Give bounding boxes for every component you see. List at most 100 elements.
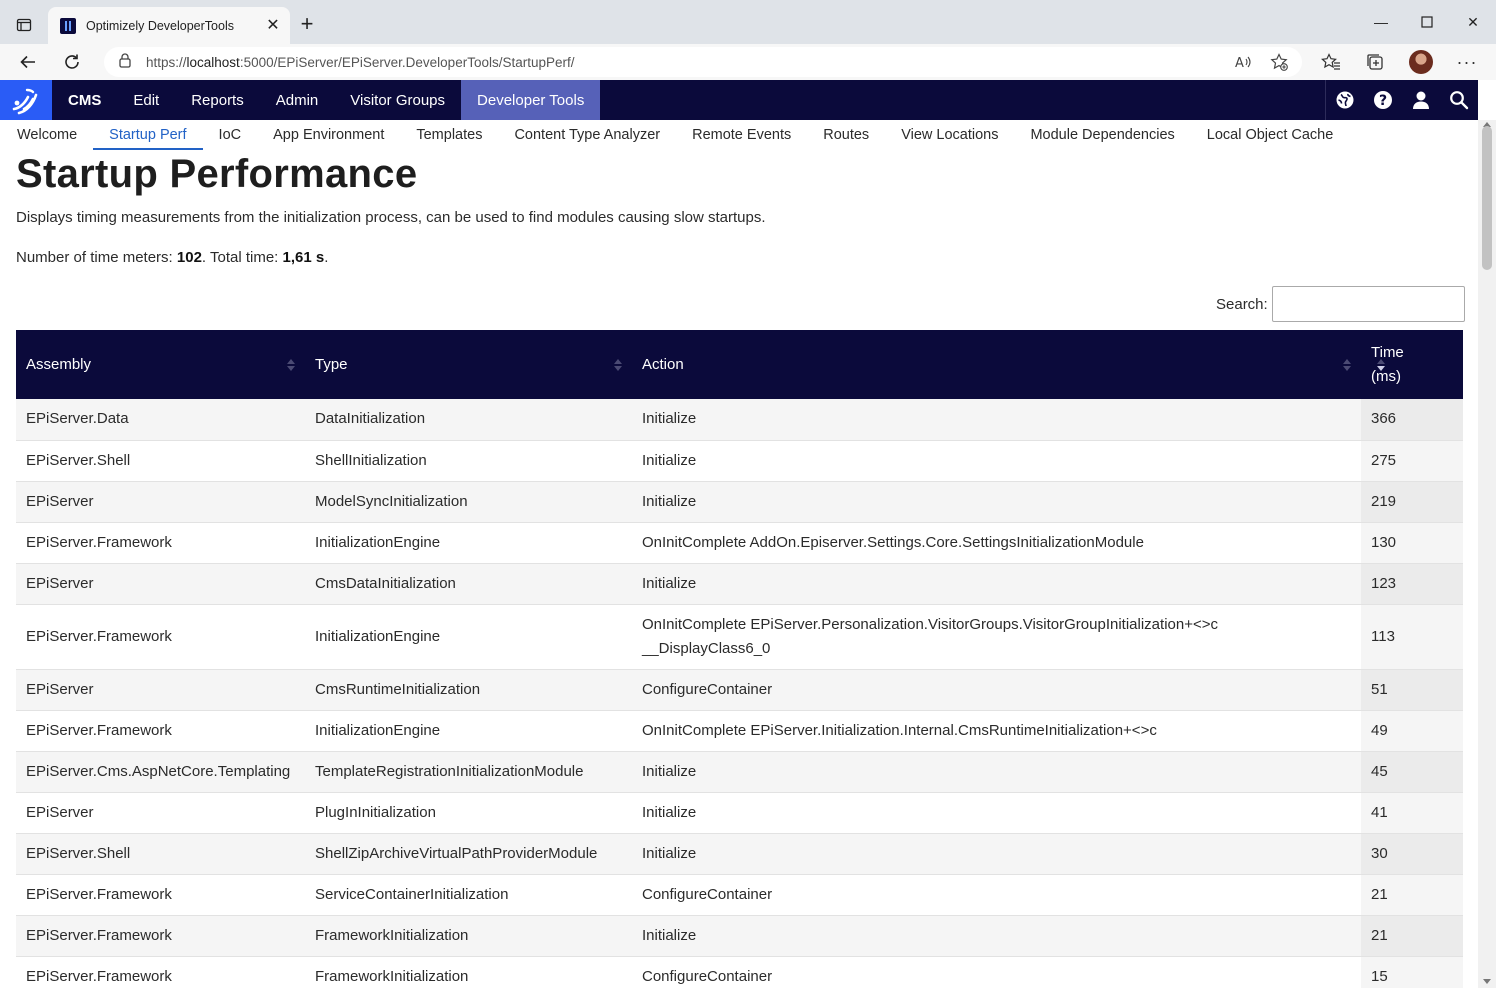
page-scrollbar[interactable] [1478, 120, 1496, 988]
cell-action: Initialize [632, 440, 1361, 482]
column-header-label: Type [315, 355, 348, 373]
new-tab-button[interactable]: + [296, 13, 318, 35]
column-header-time[interactable]: Time (ms) [1361, 330, 1463, 399]
table-row: EPiServer.Framework FrameworkInitializati… [16, 956, 1463, 988]
refresh-icon[interactable] [58, 48, 86, 76]
table-row: EPiServer.Shell ShellZipArchiveVirtualPat… [16, 833, 1463, 875]
tab-local-object-cache[interactable]: Local Object Cache [1191, 120, 1350, 150]
nav-item-visitor-groups[interactable]: Visitor Groups [334, 80, 461, 120]
cell-time: 51 [1361, 669, 1463, 711]
column-header-type[interactable]: Type [305, 330, 632, 399]
cms-brand-label[interactable]: CMS [52, 80, 117, 120]
tab-app-environment[interactable]: App Environment [257, 120, 400, 150]
cell-time: 41 [1361, 792, 1463, 834]
tab-ioc[interactable]: IoC [203, 120, 258, 150]
developer-tools-subnav: Welcome Startup Perf IoC App Environment… [0, 120, 1478, 150]
svg-text:?: ? [1379, 93, 1387, 109]
maximize-icon[interactable] [1404, 0, 1450, 44]
table-row: EPiServer ModelSyncInitialization Initiali… [16, 481, 1463, 523]
cell-action: Initialize [632, 751, 1361, 793]
cell-type: ShellInitialization [305, 440, 632, 482]
cell-assembly: EPiServer.Framework [16, 710, 305, 752]
nav-item-developer-tools[interactable]: Developer Tools [461, 80, 601, 120]
table-row: EPiServer.Framework ServiceContainerIniti… [16, 874, 1463, 916]
cell-assembly: EPiServer.Shell [16, 833, 305, 875]
cell-type: FrameworkInitialization [305, 956, 632, 988]
cell-assembly: EPiServer [16, 669, 305, 711]
cell-type: ModelSyncInitialization [305, 481, 632, 523]
tab-actions-icon[interactable] [10, 13, 38, 37]
close-tab-icon[interactable]: ✕ [262, 15, 284, 37]
user-icon[interactable] [1402, 80, 1440, 120]
cell-action: ConfigureContainer [632, 956, 1361, 988]
cell-assembly: EPiServer.Data [16, 399, 305, 441]
tab-view-locations[interactable]: View Locations [885, 120, 1014, 150]
cell-time: 21 [1361, 874, 1463, 916]
startup-perf-table: Assembly Type Action Time (ms) EPiServer… [16, 330, 1463, 988]
nav-item-admin[interactable]: Admin [260, 80, 335, 120]
tab-templates[interactable]: Templates [400, 120, 498, 150]
read-aloud-icon[interactable]: A [1230, 50, 1256, 74]
sort-descending-icon [1377, 357, 1385, 373]
tab-content-type-analyzer[interactable]: Content Type Analyzer [498, 120, 676, 150]
cell-type: CmsRuntimeInitialization [305, 669, 632, 711]
help-icon[interactable]: ? [1364, 80, 1402, 120]
column-header-assembly[interactable]: Assembly [16, 330, 305, 399]
sort-icon [614, 357, 622, 373]
favorites-icon[interactable] [1317, 48, 1345, 76]
cell-action: Initialize [632, 481, 1361, 523]
more-icon[interactable]: ··· [1453, 48, 1481, 76]
optimizely-logo-icon[interactable] [0, 80, 52, 120]
optimizely-favicon-icon [60, 17, 76, 34]
cell-assembly: EPiServer [16, 563, 305, 605]
tab-welcome[interactable]: Welcome [1, 120, 93, 150]
collections-icon[interactable] [1361, 48, 1389, 76]
table-row: EPiServer.Framework InitializationEngine O… [16, 522, 1463, 564]
table-row: EPiServer.Shell ShellInitialization Initia… [16, 440, 1463, 482]
table-row: EPiServer.Framework InitializationEngine O… [16, 604, 1463, 670]
search-input[interactable] [1271, 286, 1465, 322]
address-bar[interactable]: https://localhost:5000/EPiServer/EPiServ… [104, 47, 1302, 77]
cell-assembly: EPiServer.Framework [16, 915, 305, 957]
nav-utility-icons: ? [1325, 80, 1478, 120]
cell-time: 130 [1361, 522, 1463, 564]
tab-startup-perf[interactable]: Startup Perf [93, 120, 203, 150]
cell-time: 275 [1361, 440, 1463, 482]
cell-type: ShellZipArchiveVirtualPathProviderModule [305, 833, 632, 875]
favorite-add-icon[interactable] [1266, 50, 1292, 74]
cell-assembly: EPiServer.Framework [16, 956, 305, 988]
nav-item-reports[interactable]: Reports [175, 80, 260, 120]
meters-label: Number of time meters: [16, 249, 173, 266]
globe-icon[interactable] [1326, 80, 1364, 120]
nav-item-edit[interactable]: Edit [117, 80, 175, 120]
avatar[interactable] [1407, 48, 1435, 76]
scrollbar-thumb[interactable] [1482, 126, 1492, 270]
total-time-value: 1,61 s [282, 249, 325, 266]
total-time-label: . Total time: [201, 249, 279, 266]
cell-type: TemplateRegistrationInitializationModule [305, 751, 632, 793]
browser-tabstrip: Optimizely DeveloperTools ✕ + — ✕ [0, 0, 1496, 44]
tab-routes[interactable]: Routes [807, 120, 885, 150]
cell-action: ConfigureContainer [632, 874, 1361, 916]
window-controls: — ✕ [1358, 0, 1496, 44]
url-text[interactable]: https://localhost:5000/EPiServer/EPiServ… [146, 55, 575, 70]
profile-picture [1409, 50, 1433, 74]
search-icon[interactable] [1440, 80, 1478, 120]
close-window-icon[interactable]: ✕ [1450, 0, 1496, 44]
tab-module-dependencies[interactable]: Module Dependencies [1014, 120, 1190, 150]
table-row: EPiServer PlugInInitialization Initialize 4… [16, 792, 1463, 834]
cell-assembly: EPiServer [16, 792, 305, 834]
lock-icon[interactable] [118, 52, 132, 73]
scroll-down-arrow-icon[interactable] [1483, 979, 1491, 984]
browser-tab[interactable]: Optimizely DeveloperTools ✕ [48, 7, 290, 44]
summary-period: . [324, 249, 329, 266]
table-row: EPiServer.Framework FrameworkInitializati… [16, 915, 1463, 957]
cell-action: Initialize [632, 792, 1361, 834]
browser-tab-title: Optimizely DeveloperTools [86, 18, 234, 33]
tab-remote-events[interactable]: Remote Events [676, 120, 807, 150]
back-arrow-icon[interactable] [14, 48, 42, 76]
minimize-icon[interactable]: — [1358, 0, 1404, 44]
cell-action: Initialize [632, 399, 1361, 441]
column-header-action[interactable]: Action [632, 330, 1361, 399]
cell-assembly: EPiServer.Framework [16, 874, 305, 916]
